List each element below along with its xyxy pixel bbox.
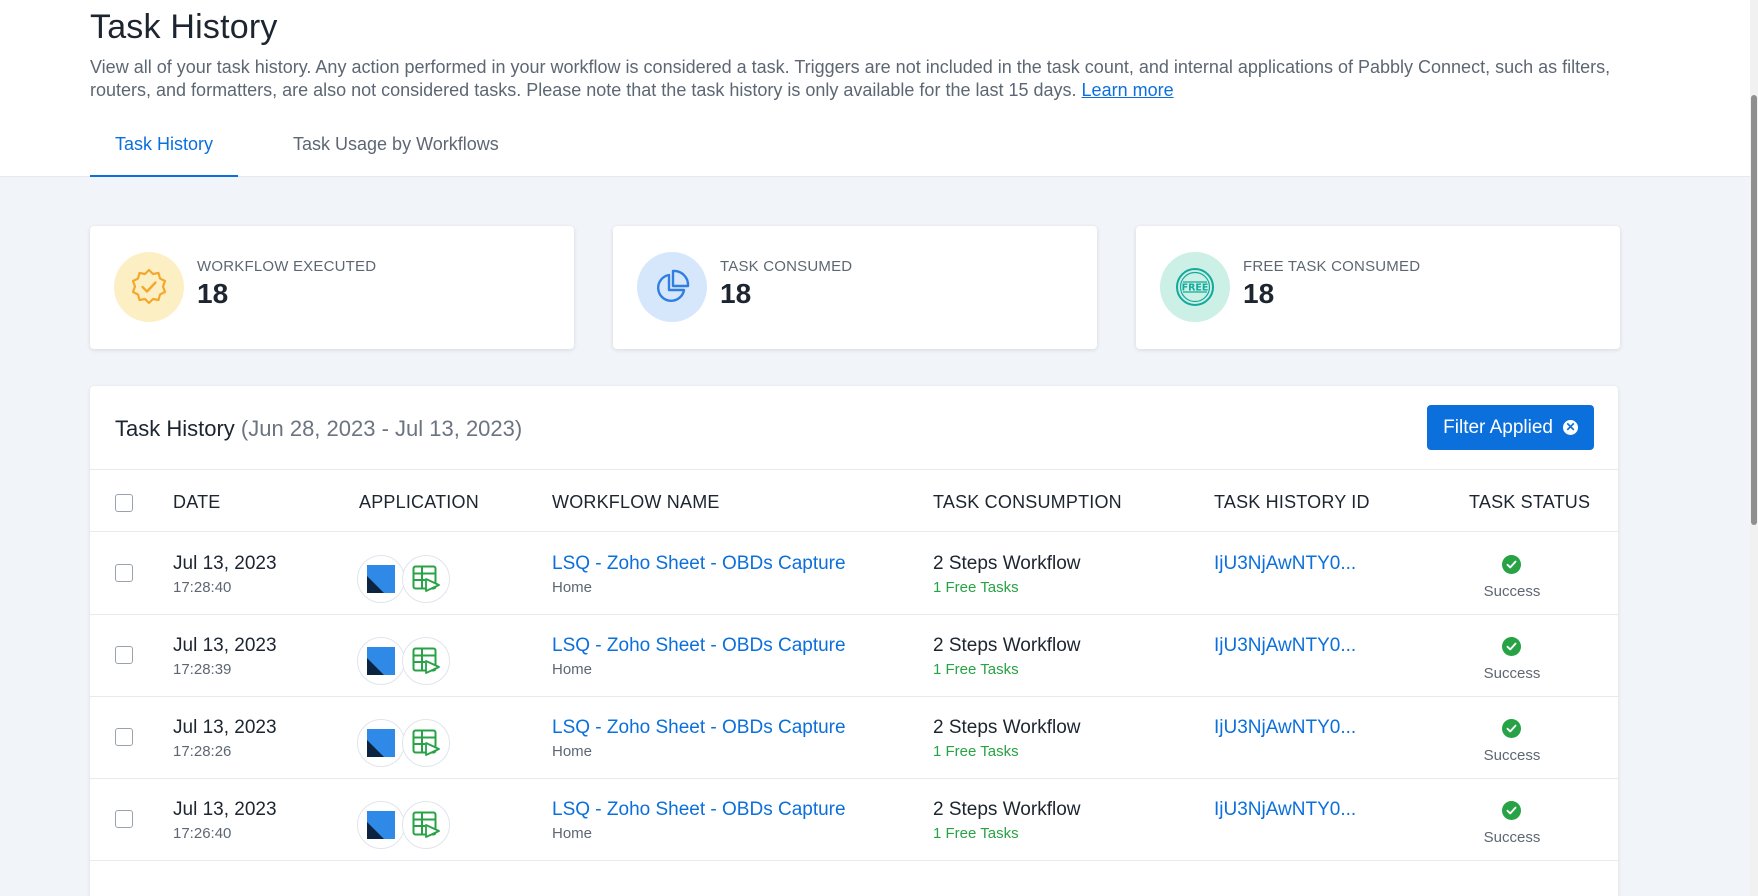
workflow-folder: Home bbox=[552, 661, 593, 678]
task-consumption: 2 Steps Workflow bbox=[933, 799, 1081, 820]
select-all-checkbox[interactable] bbox=[115, 494, 133, 512]
row-checkbox[interactable] bbox=[115, 810, 133, 828]
filter-applied-label: Filter Applied bbox=[1443, 416, 1553, 438]
task-history-id-link[interactable]: IjU3NjAwNTY0... bbox=[1214, 635, 1356, 657]
stat-value: 18 bbox=[197, 278, 229, 309]
workflow-name-link[interactable]: LSQ - Zoho Sheet - OBDs Capture bbox=[552, 717, 846, 739]
pie-chart-icon bbox=[637, 252, 707, 322]
task-consumption: 2 Steps Workflow bbox=[933, 553, 1081, 574]
row-time: 17:28:26 bbox=[173, 743, 232, 760]
task-status: Success bbox=[1483, 583, 1541, 600]
zoho-sheet-icon bbox=[402, 637, 450, 685]
column-task-consumption[interactable]: TASK CONSUMPTION bbox=[933, 492, 1122, 513]
free-tasks: 1 Free Tasks bbox=[933, 743, 1019, 760]
success-check-icon bbox=[1502, 719, 1521, 738]
row-date: Jul 13, 2023 bbox=[173, 717, 277, 738]
badge-check-icon bbox=[114, 252, 184, 322]
task-history-id-link[interactable]: IjU3NjAwNTY0... bbox=[1214, 553, 1356, 575]
row-checkbox[interactable] bbox=[115, 646, 133, 664]
table-header: DATE APPLICATION WORKFLOW NAME TASK CONS… bbox=[90, 470, 1618, 532]
clear-filter-icon[interactable]: ✕ bbox=[1563, 420, 1578, 435]
task-status: Success bbox=[1483, 747, 1541, 764]
row-applications bbox=[357, 637, 450, 685]
row-date: Jul 13, 2023 bbox=[173, 553, 277, 574]
stat-label: WORKFLOW EXECUTED bbox=[197, 258, 377, 275]
free-tasks: 1 Free Tasks bbox=[933, 579, 1019, 596]
scrollbar-thumb[interactable] bbox=[1751, 95, 1757, 525]
column-application[interactable]: APPLICATION bbox=[359, 492, 479, 513]
task-status: Success bbox=[1483, 829, 1541, 846]
scrollbar-track[interactable] bbox=[1750, 0, 1758, 896]
workflow-name-link[interactable]: LSQ - Zoho Sheet - OBDs Capture bbox=[552, 553, 846, 575]
free-stamp-icon: FREE bbox=[1160, 252, 1230, 322]
page-title: Task History bbox=[90, 8, 278, 46]
filter-applied-button[interactable]: Filter Applied ✕ bbox=[1427, 405, 1594, 450]
stat-card-workflow-executed: WORKFLOW EXECUTED 18 bbox=[90, 226, 574, 349]
workflow-folder: Home bbox=[552, 825, 593, 842]
panel-title-text: Task History bbox=[115, 416, 235, 441]
task-history-id-link[interactable]: IjU3NjAwNTY0... bbox=[1214, 717, 1356, 739]
row-time: 17:28:40 bbox=[173, 579, 232, 596]
row-applications bbox=[357, 719, 450, 767]
leadsquared-icon bbox=[357, 637, 405, 685]
zoho-sheet-icon bbox=[402, 719, 450, 767]
workflow-folder: Home bbox=[552, 743, 593, 760]
tab-bar: Task History Task Usage by Workflows bbox=[90, 120, 524, 177]
leadsquared-icon bbox=[357, 555, 405, 603]
row-time: 17:28:39 bbox=[173, 661, 232, 678]
task-consumption: 2 Steps Workflow bbox=[933, 635, 1081, 656]
stat-value: 18 bbox=[1243, 278, 1275, 309]
row-applications bbox=[357, 801, 450, 849]
stat-label: TASK CONSUMED bbox=[720, 258, 853, 275]
leadsquared-icon bbox=[357, 719, 405, 767]
page-description-text: View all of your task history. Any actio… bbox=[90, 57, 1611, 100]
row-checkbox[interactable] bbox=[115, 728, 133, 746]
row-applications bbox=[357, 555, 450, 603]
table-row[interactable]: Jul 13, 2023 17:28:26 LSQ - Zoho Sheet -… bbox=[90, 697, 1618, 779]
task-history-panel: Task History (Jun 28, 2023 - Jul 13, 202… bbox=[90, 386, 1618, 896]
table-row[interactable]: Jul 13, 2023 17:28:39 LSQ - Zoho Sheet -… bbox=[90, 615, 1618, 697]
task-status: Success bbox=[1483, 665, 1541, 682]
success-check-icon bbox=[1502, 637, 1521, 656]
tab-task-usage-by-workflows[interactable]: Task Usage by Workflows bbox=[268, 120, 524, 177]
workflow-folder: Home bbox=[552, 579, 593, 596]
stat-label: FREE TASK CONSUMED bbox=[1243, 258, 1421, 275]
date-range: (Jun 28, 2023 - Jul 13, 2023) bbox=[240, 416, 523, 441]
panel-header: Task History (Jun 28, 2023 - Jul 13, 202… bbox=[90, 386, 1618, 470]
page-description: View all of your task history. Any actio… bbox=[90, 56, 1630, 102]
column-task-status[interactable]: TASK STATUS bbox=[1469, 492, 1590, 513]
leadsquared-icon bbox=[357, 801, 405, 849]
column-task-history-id[interactable]: TASK HISTORY ID bbox=[1214, 492, 1370, 513]
learn-more-link[interactable]: Learn more bbox=[1082, 80, 1174, 100]
stat-card-task-consumed: TASK CONSUMED 18 bbox=[613, 226, 1097, 349]
column-date[interactable]: DATE bbox=[173, 492, 220, 513]
free-tasks: 1 Free Tasks bbox=[933, 825, 1019, 842]
panel-title: Task History (Jun 28, 2023 - Jul 13, 202… bbox=[115, 416, 522, 442]
row-time: 17:26:40 bbox=[173, 825, 232, 842]
row-date: Jul 13, 2023 bbox=[173, 799, 277, 820]
free-tasks: 1 Free Tasks bbox=[933, 661, 1019, 678]
task-consumption: 2 Steps Workflow bbox=[933, 717, 1081, 738]
page-header: Task History View all of your task histo… bbox=[0, 0, 1750, 177]
table-row[interactable]: Jul 13, 2023 17:28:40 LSQ - Zoho Sheet -… bbox=[90, 533, 1618, 615]
stat-card-free-task-consumed: FREE FREE TASK CONSUMED 18 bbox=[1136, 226, 1620, 349]
svg-text:FREE: FREE bbox=[1182, 283, 1209, 294]
success-check-icon bbox=[1502, 555, 1521, 574]
column-workflow-name[interactable]: WORKFLOW NAME bbox=[552, 492, 720, 513]
success-check-icon bbox=[1502, 801, 1521, 820]
task-history-id-link[interactable]: IjU3NjAwNTY0... bbox=[1214, 799, 1356, 821]
zoho-sheet-icon bbox=[402, 801, 450, 849]
row-date: Jul 13, 2023 bbox=[173, 635, 277, 656]
row-checkbox[interactable] bbox=[115, 564, 133, 582]
stat-value: 18 bbox=[720, 278, 752, 309]
workflow-name-link[interactable]: LSQ - Zoho Sheet - OBDs Capture bbox=[552, 799, 846, 821]
workflow-name-link[interactable]: LSQ - Zoho Sheet - OBDs Capture bbox=[552, 635, 846, 657]
zoho-sheet-icon bbox=[402, 555, 450, 603]
tab-task-history[interactable]: Task History bbox=[90, 120, 239, 177]
table-row[interactable]: Jul 13, 2023 17:26:40 LSQ - Zoho Sheet -… bbox=[90, 779, 1618, 861]
